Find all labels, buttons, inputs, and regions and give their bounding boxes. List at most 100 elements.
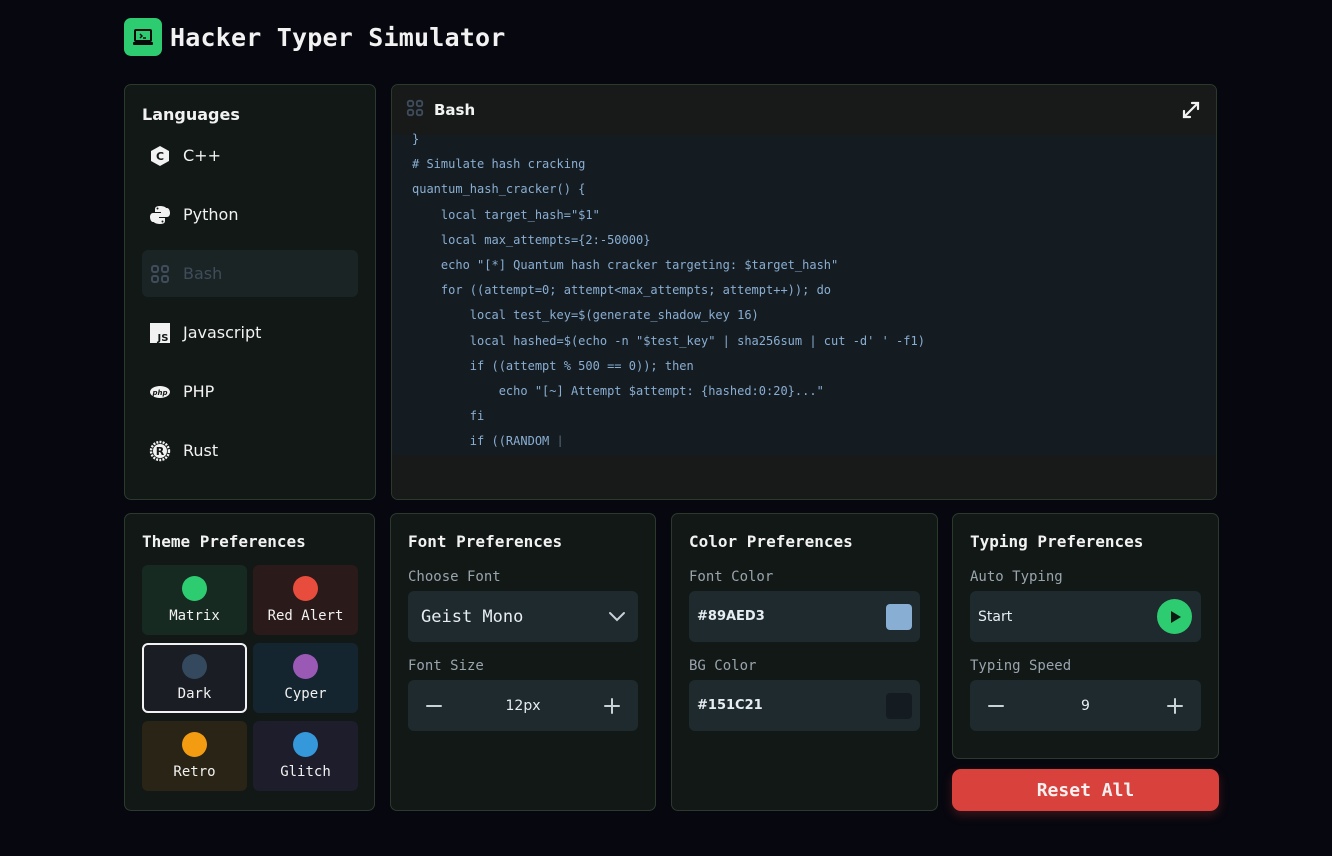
theme-option-red-alert[interactable]: Red Alert (253, 565, 358, 635)
theme-label: Cyper (284, 686, 327, 702)
language-label: Javascript (183, 323, 262, 342)
font-title: Font Preferences (408, 532, 563, 551)
typing-speed-value: 9 (1081, 697, 1090, 714)
code-content[interactable]: } # Simulate hash cracking quantum_hash_cr… (392, 127, 1216, 447)
bg-color-label: BG Color (689, 658, 757, 674)
theme-preferences-panel: Theme Preferences Matrix Red Alert Dark … (124, 513, 375, 811)
choose-font-label: Choose Font (408, 569, 501, 585)
app-title: Hacker Typer Simulator (170, 22, 506, 52)
javascript-icon: JS (149, 322, 171, 344)
language-item-javascript[interactable]: JS Javascript (142, 309, 358, 356)
auto-typing-label: Auto Typing (970, 569, 1063, 585)
app-header: Hacker Typer Simulator (124, 18, 506, 56)
code-line: } (412, 132, 420, 146)
theme-option-matrix[interactable]: Matrix (142, 565, 247, 635)
theme-label: Retro (173, 764, 216, 780)
language-item-python[interactable]: Python (142, 191, 358, 238)
laptop-icon (124, 18, 162, 56)
bash-icon (406, 99, 424, 121)
code-line: for ((attempt=0; attempt<max_attempts; a… (412, 283, 832, 298)
editor-title: Bash (434, 101, 476, 119)
font-color-label: Font Color (689, 569, 774, 585)
font-size-value: 12px (505, 697, 541, 714)
minus-icon[interactable] (986, 696, 1006, 716)
text-caret: | (556, 434, 564, 447)
plus-icon[interactable] (602, 696, 622, 716)
language-label: Rust (183, 441, 219, 460)
font-select-value: Geist Mono (421, 606, 524, 627)
languages-title: Languages (142, 105, 240, 124)
font-preferences-panel: Font Preferences Choose Font Geist Mono … (390, 513, 656, 811)
theme-label: Matrix (169, 608, 220, 624)
auto-typing-value: Start (978, 608, 1013, 625)
cpp-icon: C (149, 145, 171, 167)
bg-color-picker[interactable]: #151C21 (689, 680, 920, 731)
theme-option-glitch[interactable]: Glitch (253, 721, 358, 791)
theme-label: Red Alert (267, 608, 344, 624)
color-dot (293, 732, 318, 757)
theme-label: Dark (177, 686, 212, 702)
bg-color-value: #151C21 (697, 698, 763, 713)
language-label: PHP (183, 382, 215, 401)
code-line: local target_hash="$1" (412, 207, 600, 222)
svg-text:JS: JS (157, 333, 169, 344)
font-size-label: Font Size (408, 658, 484, 674)
language-item-rust[interactable]: R Rust (142, 427, 358, 474)
theme-option-cyper[interactable]: Cyper (253, 643, 358, 713)
code-line: local hashed=$(echo -n "$test_key" | sha… (412, 333, 925, 348)
editor-footer (392, 455, 1216, 499)
color-dot (182, 576, 207, 601)
font-color-swatch[interactable] (886, 603, 912, 630)
typing-speed-label: Typing Speed (970, 658, 1072, 674)
svg-text:R: R (156, 445, 165, 458)
font-color-picker[interactable]: #89AED3 (689, 591, 920, 642)
color-preferences-panel: Color Preferences Font Color #89AED3 BG … (671, 513, 938, 811)
php-icon: php (149, 381, 171, 403)
theme-label: Glitch (280, 764, 331, 780)
typing-title: Typing Preferences (970, 532, 1144, 551)
code-editor: Bash } # Simulate hash cracking quantum_ha… (391, 84, 1217, 500)
python-icon (149, 204, 171, 226)
bash-icon (149, 263, 171, 285)
expand-icon[interactable] (1180, 99, 1202, 121)
svg-text:php: php (151, 389, 167, 397)
color-dot (182, 654, 207, 679)
code-line: echo "[*] Quantum hash cracker targeting… (412, 258, 839, 273)
color-dot (182, 732, 207, 757)
play-icon[interactable] (1157, 599, 1192, 634)
theme-grid: Matrix Red Alert Dark Cyper Retro Glitch (142, 565, 358, 791)
language-label: C++ (183, 146, 221, 165)
code-line: local max_attempts={2:-50000} (412, 232, 651, 247)
code-line: local test_key=$(generate_shadow_key 16) (412, 308, 759, 323)
language-item-php[interactable]: php PHP (142, 368, 358, 415)
plus-icon[interactable] (1165, 696, 1185, 716)
font-color-value: #89AED3 (697, 609, 765, 624)
theme-option-dark[interactable]: Dark (142, 643, 247, 713)
color-title: Color Preferences (689, 532, 853, 551)
code-line: if ((RANDOM | (412, 429, 1196, 447)
auto-typing-control: Start (970, 591, 1201, 642)
font-select[interactable]: Geist Mono (408, 591, 638, 642)
language-item-bash[interactable]: Bash (142, 250, 358, 297)
code-line: # Simulate hash cracking (412, 157, 586, 172)
font-size-stepper: 12px (408, 680, 638, 731)
minus-icon[interactable] (424, 696, 444, 716)
rust-icon: R (149, 440, 171, 462)
chevron-down-icon (608, 607, 626, 627)
theme-option-retro[interactable]: Retro (142, 721, 247, 791)
svg-text:C: C (156, 150, 164, 163)
code-line-text: if ((RANDOM (412, 434, 557, 447)
typing-speed-stepper: 9 (970, 680, 1201, 731)
code-line: fi (412, 409, 485, 424)
theme-title: Theme Preferences (142, 532, 306, 551)
color-dot (293, 576, 318, 601)
languages-panel: Languages C C++ Python Bash JS Javascrip… (124, 84, 376, 500)
code-line: quantum_hash_cracker() { (412, 182, 586, 197)
typing-preferences-panel: Typing Preferences Auto Typing Start Typ… (952, 513, 1219, 759)
color-dot (293, 654, 318, 679)
bg-color-swatch[interactable] (886, 692, 912, 719)
language-label: Bash (183, 264, 223, 283)
code-line: echo "[~] Attempt $attempt: {hashed:0:20… (412, 384, 824, 399)
reset-all-button[interactable]: Reset All (952, 769, 1219, 811)
language-item-cpp[interactable]: C C++ (142, 132, 358, 179)
